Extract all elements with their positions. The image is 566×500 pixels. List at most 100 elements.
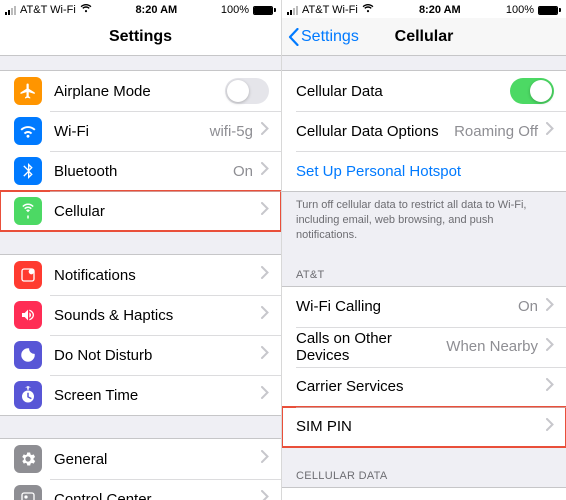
group-list: Current Period722 MBCurrent Period Roami… [282,487,566,500]
carrier-label: AT&T Wi-Fi [302,4,358,16]
airplane-mode-row[interactable]: Airplane Mode [0,71,281,111]
settings-group: GeneralControl CenterAADisplay & Brightn… [0,438,281,500]
chevron-right-icon [546,378,554,396]
row-label: Carrier Services [296,378,546,395]
settings-group: Notifications Sounds & Haptics Do Not Dist… [0,254,281,416]
row-value: Roaming Off [454,123,538,140]
toggle-switch[interactable] [225,78,269,104]
cellular-list[interactable]: Cellular Data Cellular Data OptionsRoamin… [282,56,566,500]
status-bar: AT&T Wi-Fi 8:20 AM 100% [282,0,566,18]
chevron-right-icon [261,386,269,404]
row-label: SIM PIN [296,418,546,435]
wi-fi-row[interactable]: Wi-Fiwifi-5g [0,111,281,151]
settings-list[interactable]: Airplane ModeWi-Fiwifi-5gBluetoothOnCell… [0,56,281,500]
chevron-right-icon [261,202,269,220]
notifications-row[interactable]: Notifications [0,255,281,295]
battery-icon [538,6,561,15]
sim-pin-row[interactable]: SIM PIN [282,407,566,447]
row-label: Do Not Disturb [54,347,261,364]
controlcenter-icon [14,485,42,500]
chevron-right-icon [546,418,554,436]
row-label: Control Center [54,491,261,500]
status-time: 8:20 AM [419,4,461,16]
row-value: When Nearby [446,338,538,355]
group-header: AT&T [282,269,566,286]
battery-pct: 100% [221,4,249,16]
chevron-right-icon [546,122,554,140]
row-label: Cellular Data Options [296,123,454,140]
general-icon [14,445,42,473]
notifications-icon [14,261,42,289]
group-list: Cellular Data Cellular Data OptionsRoamin… [282,70,566,192]
cellular-screen: AT&T Wi-Fi 8:20 AM 100% Settings Cellula… [282,0,566,500]
chevron-right-icon [546,298,554,316]
group-list: Airplane ModeWi-Fiwifi-5gBluetoothOnCell… [0,70,281,232]
group-header: CELLULAR DATA [282,470,566,487]
dnd-icon [14,341,42,369]
screentime-icon [14,381,42,409]
row-label: Cellular [54,203,261,220]
back-button[interactable]: Settings [288,28,359,46]
toggle-switch[interactable] [510,78,554,104]
settings-group: AT&TWi-Fi CallingOnCalls on Other Device… [282,269,566,448]
settings-group: CELLULAR DATACurrent Period722 MBCurrent… [282,470,566,500]
row-label: Set Up Personal Hotspot [296,163,554,180]
settings-screen: AT&T Wi-Fi 8:20 AM 100% Settings Airplan… [0,0,282,500]
chevron-right-icon [546,338,554,356]
chevron-right-icon [261,490,269,500]
general-row[interactable]: General [0,439,281,479]
bluetooth-icon [14,157,42,185]
chevron-right-icon [261,266,269,284]
control-center-row[interactable]: Control Center [0,479,281,500]
group-footer-note: Turn off cellular data to restrict all d… [282,192,566,247]
row-value: On [233,163,253,180]
row-label: Screen Time [54,387,261,404]
settings-group: Cellular Data Cellular Data OptionsRoamin… [282,70,566,247]
back-label: Settings [301,28,359,46]
cellular-row[interactable]: Cellular [0,191,281,231]
sounds-haptics-row[interactable]: Sounds & Haptics [0,295,281,335]
wifi-status-icon [362,4,374,16]
chevron-right-icon [261,306,269,324]
row-label: General [54,451,261,468]
row-label: Notifications [54,267,261,284]
current-period-row[interactable]: Current Period722 MB [282,488,566,500]
battery-icon [253,6,276,15]
signal-icon [5,6,16,15]
signal-icon [287,6,298,15]
carrier-label: AT&T Wi-Fi [20,4,76,16]
group-list: GeneralControl CenterAADisplay & Brightn… [0,438,281,500]
cellular-icon [14,197,42,225]
battery-pct: 100% [506,4,534,16]
row-label: Wi-Fi Calling [296,298,518,315]
group-list: Notifications Sounds & Haptics Do Not Dist… [0,254,281,416]
bluetooth-row[interactable]: BluetoothOn [0,151,281,191]
chevron-right-icon [261,346,269,364]
row-label: Sounds & Haptics [54,307,261,324]
row-label: Calls on Other Devices [296,330,446,364]
airplane-icon [14,77,42,105]
nav-bar: Settings [0,18,281,56]
row-label: Airplane Mode [54,83,225,100]
status-bar: AT&T Wi-Fi 8:20 AM 100% [0,0,281,18]
cellular-data-options-row[interactable]: Cellular Data OptionsRoaming Off [282,111,566,151]
page-title: Settings [109,28,172,46]
calls-on-other-devices-row[interactable]: Calls on Other DevicesWhen Nearby [282,327,566,367]
wifi-status-icon [80,4,92,16]
set-up-personal-hotspot-row[interactable]: Set Up Personal Hotspot [282,151,566,191]
row-label: Bluetooth [54,163,233,180]
do-not-disturb-row[interactable]: Do Not Disturb [0,335,281,375]
screen-time-row[interactable]: Screen Time [0,375,281,415]
row-label: Cellular Data [296,83,510,100]
chevron-right-icon [261,122,269,140]
chevron-right-icon [261,162,269,180]
row-value: On [518,298,538,315]
nav-bar: Settings Cellular [282,18,566,56]
group-list: Wi-Fi CallingOnCalls on Other DevicesWhe… [282,286,566,448]
carrier-services-row[interactable]: Carrier Services [282,367,566,407]
page-title: Cellular [395,28,454,46]
settings-group: Airplane ModeWi-Fiwifi-5gBluetoothOnCell… [0,70,281,232]
cellular-data-row[interactable]: Cellular Data [282,71,566,111]
wi-fi-calling-row[interactable]: Wi-Fi CallingOn [282,287,566,327]
sounds-icon [14,301,42,329]
